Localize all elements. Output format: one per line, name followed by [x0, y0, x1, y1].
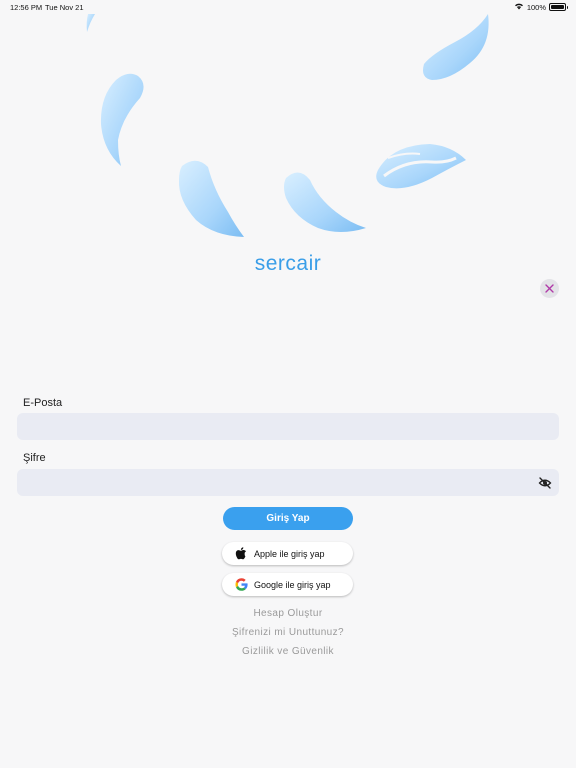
login-button[interactable]: Giriş Yap	[223, 507, 353, 530]
leaf-shape	[376, 144, 466, 189]
drop-shape	[284, 172, 366, 232]
google-login-button[interactable]: Google ile giriş yap	[222, 573, 353, 596]
password-field[interactable]	[17, 469, 559, 496]
create-account-link[interactable]: Hesap Oluştur	[0, 608, 576, 619]
drop-shape	[178, 160, 244, 237]
email-field-container	[17, 413, 559, 440]
google-icon	[235, 578, 248, 591]
logo-drops-art	[86, 14, 489, 237]
privacy-link[interactable]: Gizlilik ve Güvenlik	[0, 646, 576, 657]
email-field[interactable]	[17, 413, 559, 440]
brand-name: sercair	[254, 252, 322, 275]
google-login-label: Google ile giriş yap	[254, 579, 331, 590]
email-label: E-Posta	[23, 397, 63, 409]
apple-login-label: Apple ile giriş yap	[254, 548, 325, 559]
drop-shape	[423, 14, 489, 80]
password-label: Şifre	[23, 452, 46, 464]
password-field-container	[17, 469, 559, 496]
apple-icon	[235, 547, 248, 560]
forgot-password-link[interactable]: Şifrenizi mi Unuttunuz?	[0, 627, 576, 638]
close-button[interactable]	[540, 279, 559, 298]
drop-shape	[100, 73, 144, 166]
eye-off-icon[interactable]	[538, 476, 552, 490]
drop-shape	[86, 14, 95, 32]
close-icon	[545, 284, 554, 293]
apple-login-button[interactable]: Apple ile giriş yap	[222, 542, 353, 565]
